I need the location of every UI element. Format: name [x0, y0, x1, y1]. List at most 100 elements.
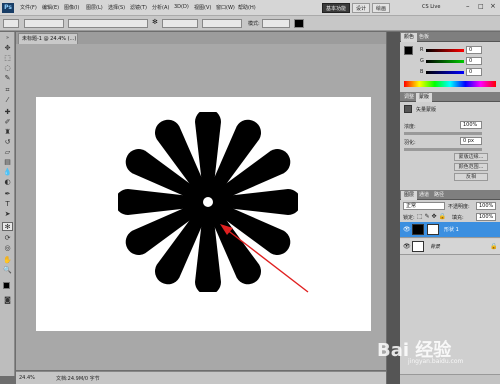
mask-edge-button[interactable]: 蒙版边缘...	[454, 153, 488, 161]
invert-button[interactable]: 反相	[454, 173, 488, 181]
blue-value-field[interactable]: 0	[466, 68, 482, 76]
workspace-design-button[interactable]: 设计	[352, 3, 370, 13]
eyedropper-icon[interactable]: ⁄	[2, 96, 13, 105]
custom-shape-icon[interactable]: ✻	[152, 18, 158, 26]
annotation-arrow	[220, 224, 309, 293]
baidu-watermark-url: jingyan.baidu.com	[408, 358, 464, 365]
cs-live-label[interactable]: CS Live	[422, 4, 440, 10]
workspace-essentials-button[interactable]: 基本功能	[322, 3, 350, 13]
tools-panel: » ✥ ⬚ ◌ ✎ ⌗ ⁄ ✚ ✐ ♜ ↺ ▱ ▤ 💧 ◐ ✒ T ➤ ✻ ⟳ …	[0, 32, 15, 376]
feather-label: 羽化:	[404, 140, 416, 146]
mask-title: 矢量蒙版	[416, 107, 437, 113]
tool-preset-picker[interactable]	[3, 19, 19, 28]
menu-image[interactable]: 图像(I)	[64, 4, 79, 11]
hand-icon[interactable]: ✋	[2, 256, 13, 265]
dodge-icon[interactable]: ◐	[2, 178, 13, 187]
shape-icon[interactable]: ✻	[2, 222, 13, 231]
collapsed-panel-strip	[387, 32, 400, 384]
menu-view[interactable]: 视图(V)	[194, 4, 211, 11]
workspace-paint-button[interactable]: 绘画	[372, 3, 390, 13]
vector-mask-thumbnail[interactable]	[427, 224, 439, 235]
channel-g-label: G	[420, 58, 424, 64]
eye-icon[interactable]: 👁	[403, 222, 411, 238]
blue-slider[interactable]	[426, 71, 464, 74]
style-picker[interactable]	[262, 19, 290, 28]
tab-masks[interactable]: 蒙版	[416, 93, 433, 102]
lasso-icon[interactable]: ◌	[2, 64, 13, 73]
feather-slider[interactable]	[404, 148, 482, 151]
layer-opacity-field[interactable]: 100%	[476, 202, 496, 210]
blend-mode-select[interactable]: 正常	[403, 202, 445, 210]
menu-layer[interactable]: 图层(L)	[86, 4, 103, 11]
gradient-icon[interactable]: ▤	[2, 158, 13, 167]
density-field[interactable]: 100%	[460, 121, 482, 129]
marquee-icon[interactable]: ⬚	[2, 54, 13, 63]
quick-select-icon[interactable]: ✎	[2, 74, 13, 83]
color-range-button[interactable]: 颜色范围...	[454, 163, 488, 171]
menu-bar: Ps 文件(F) 编辑(E) 图像(I) 图层(L) 选择(S) 滤镜(T) 分…	[0, 0, 500, 16]
collapse-icon[interactable]: »	[2, 34, 13, 43]
color-spectrum-ramp[interactable]	[404, 81, 496, 87]
density-slider[interactable]	[404, 132, 482, 135]
tab-paths[interactable]: 路径	[431, 191, 447, 200]
brush-icon[interactable]: ✐	[2, 118, 13, 127]
document-tab[interactable]: 未标题-1 @ 24.4% (...)	[18, 33, 78, 44]
path-select-icon[interactable]: ➤	[2, 210, 13, 219]
shape-tools-group[interactable]	[68, 19, 148, 28]
menu-analysis[interactable]: 分析(A)	[152, 4, 169, 11]
minimize-icon[interactable]: –	[466, 2, 470, 10]
menu-window[interactable]: 窗口(W)	[216, 4, 235, 11]
move-icon[interactable]: ✥	[2, 44, 13, 53]
feather-field[interactable]: 0 px	[460, 137, 482, 145]
green-slider[interactable]	[426, 60, 464, 63]
document-info: 文档:24.9M/0 字节	[56, 376, 100, 382]
3d-rotate-icon[interactable]: ⟳	[2, 234, 13, 243]
blur-icon[interactable]: 💧	[2, 168, 13, 177]
healing-icon[interactable]: ✚	[2, 108, 13, 117]
layer-row-shape[interactable]: 👁 形状 1	[400, 222, 500, 238]
crop-icon[interactable]: ⌗	[2, 86, 13, 95]
path-ops-buttons[interactable]	[202, 19, 242, 28]
layer-row-background[interactable]: 👁 背景 🔒	[400, 239, 500, 255]
eraser-icon[interactable]: ▱	[2, 148, 13, 157]
foreground-color-swatch[interactable]	[3, 282, 10, 289]
color-panel-fg-swatch[interactable]	[404, 46, 413, 55]
tab-color[interactable]: 颜色	[401, 33, 418, 42]
layer-name[interactable]: 背景	[430, 239, 440, 255]
color-swatch[interactable]	[294, 19, 304, 28]
type-icon[interactable]: T	[2, 200, 13, 209]
close-icon[interactable]: ×	[490, 2, 496, 10]
menu-filter[interactable]: 滤镜(T)	[130, 4, 147, 11]
document-tab-bar: 未标题-1 @ 24.4% (...)	[16, 32, 386, 44]
menu-3d[interactable]: 3D(D)	[174, 4, 189, 10]
menu-select[interactable]: 选择(S)	[108, 4, 125, 11]
shape-mode-buttons[interactable]	[24, 19, 64, 28]
fill-field[interactable]: 100%	[476, 213, 496, 221]
lock-icons[interactable]: ⬚ ✎ ✥ 🔒	[417, 213, 446, 220]
quick-mask-icon[interactable]: ◙	[2, 296, 13, 305]
tab-channels[interactable]: 通道	[416, 191, 432, 200]
history-brush-icon[interactable]: ↺	[2, 138, 13, 147]
tab-adjustments[interactable]: 调整	[401, 93, 417, 102]
pen-icon[interactable]: ✒	[2, 190, 13, 199]
lock-label: 锁定:	[403, 215, 415, 221]
stamp-icon[interactable]: ♜	[2, 128, 13, 137]
tab-swatches[interactable]: 色板	[416, 33, 432, 42]
menu-help[interactable]: 帮助(H)	[238, 4, 256, 11]
tab-layers[interactable]: 图层	[401, 191, 418, 200]
zoom-level[interactable]: 24.4%	[19, 375, 35, 381]
maximize-icon[interactable]: □	[478, 3, 484, 10]
eye-icon[interactable]: 👁	[403, 239, 411, 255]
red-slider[interactable]	[426, 49, 464, 52]
density-label: 浓度:	[404, 124, 416, 130]
zoom-icon[interactable]: 🔍	[2, 266, 13, 275]
layer-name[interactable]: 形状 1	[444, 222, 459, 238]
shape-picker[interactable]	[162, 19, 198, 28]
layer-opacity-label: 不透明度:	[448, 204, 470, 210]
green-value-field[interactable]: 0	[466, 57, 482, 65]
menu-file[interactable]: 文件(F)	[20, 4, 37, 11]
menu-edit[interactable]: 编辑(E)	[42, 4, 59, 11]
red-value-field[interactable]: 0	[466, 46, 482, 54]
layers-panel-footer	[400, 374, 500, 384]
3d-orbit-icon[interactable]: ◎	[2, 244, 13, 253]
